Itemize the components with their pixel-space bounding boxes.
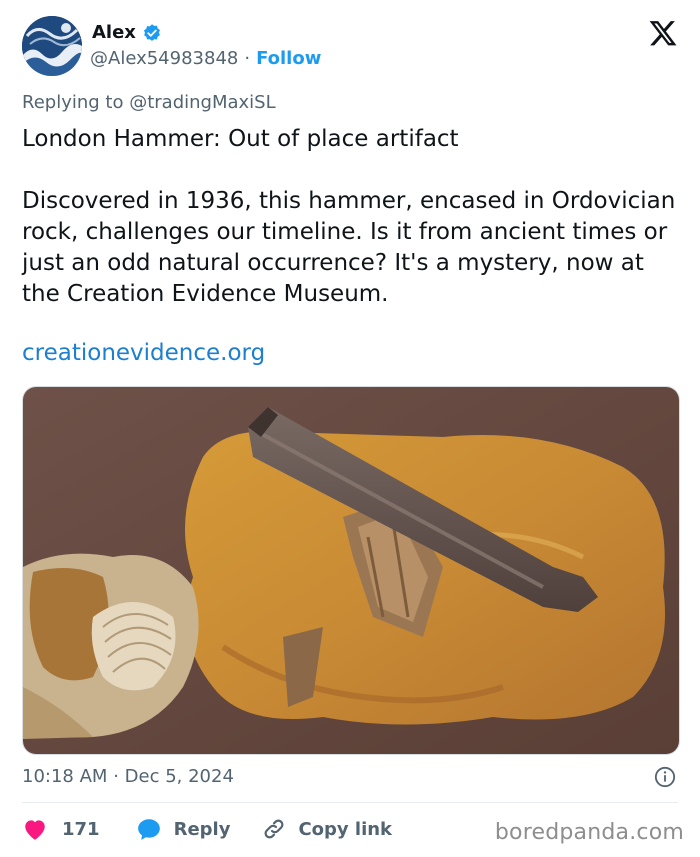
author-name[interactable]: Alex (92, 22, 136, 43)
reply-label: Reply (173, 818, 231, 840)
replying-to: Replying to @tradingMaxiSL (22, 92, 276, 113)
copy-link-button[interactable]: Copy link (262, 817, 392, 841)
avatar[interactable] (22, 16, 82, 76)
hammer-artifact-photo (23, 387, 679, 754)
like-count: 171 (62, 818, 100, 840)
like-button[interactable]: 171 (22, 817, 100, 841)
heart-icon (25, 820, 45, 840)
tweet-timestamp[interactable]: 10:18 AM · Dec 5, 2024 (22, 766, 234, 787)
author-handle-row: @Alex54983848 · Follow (90, 48, 321, 69)
separator-dot: · (244, 48, 251, 69)
action-bar: 171 Reply Copy link (22, 817, 392, 841)
tweet-link[interactable]: creationevidence.org (22, 340, 265, 366)
avatar-image (22, 16, 82, 76)
tweet-text: London Hammer: Out of place artifact Dis… (22, 126, 676, 307)
separator-dot: · (113, 766, 119, 787)
author-handle[interactable]: @Alex54983848 (90, 48, 238, 69)
reply-button[interactable]: Reply (136, 817, 231, 841)
x-logo-icon[interactable] (648, 18, 678, 48)
info-icon[interactable] (654, 766, 676, 788)
replying-mention[interactable]: @tradingMaxiSL (129, 92, 275, 113)
replying-prefix: Replying to (22, 92, 124, 113)
tweet-media-image[interactable] (22, 386, 680, 755)
verified-badge-icon (143, 23, 160, 41)
tweet-date: Dec 5, 2024 (124, 766, 234, 787)
tweet-time: 10:18 AM (22, 766, 108, 787)
divider (22, 802, 678, 803)
author-name-row: Alex (92, 22, 162, 43)
reply-bubble-icon (137, 819, 160, 840)
link-icon (264, 819, 284, 839)
follow-button[interactable]: Follow (256, 48, 321, 69)
watermark: boredpanda.com (494, 820, 684, 845)
copy-link-label: Copy link (298, 818, 393, 840)
